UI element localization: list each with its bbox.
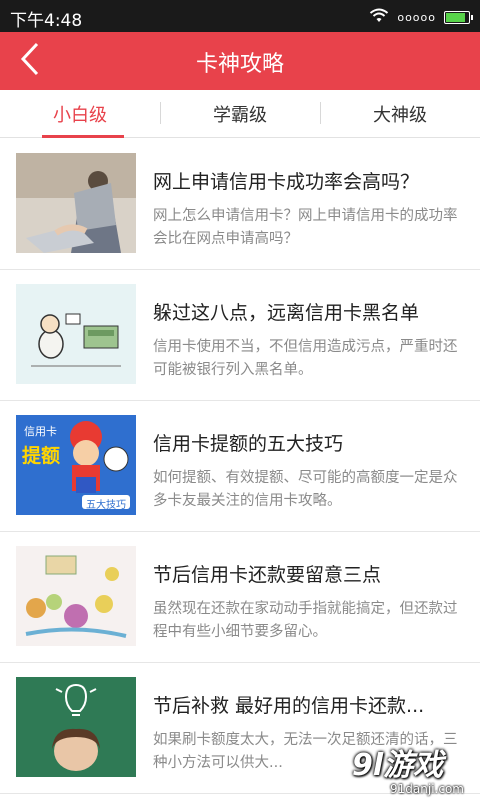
article-title: 节后信用卡还款要留意三点	[153, 564, 382, 586]
tab-label: 大神级	[373, 104, 427, 126]
status-indicators: ooooo	[369, 7, 473, 27]
tab-label: 学霸级	[213, 104, 267, 126]
watermark: 9l游戏 91danji.com	[352, 740, 470, 796]
list-item[interactable]: 信用卡 提额 五大技巧 信用卡提额的五大技巧 如何提额、有效提额、尽可能的高额度…	[0, 401, 480, 532]
tab-xueba[interactable]: 学霸级	[160, 90, 320, 137]
battery-level	[446, 12, 466, 22]
thumb-caption-bottom: 五大技巧	[86, 500, 126, 511]
coins-doodle-thumbnail	[16, 546, 136, 646]
article-summary: 如何提额、有效提额、尽可能的高额度一定是众多卡友最关注的信用卡攻略。	[153, 470, 458, 509]
article-title: 节后补救 最好用的信用卡还款...	[153, 695, 425, 717]
article-title: 信用卡提额的五大技巧	[153, 433, 344, 455]
article-title: 网上申请信用卡成功率会高吗？	[153, 171, 420, 193]
battery-icon	[444, 10, 473, 24]
thumb-caption-top: 信用卡	[24, 425, 57, 438]
mario-card-thumbnail: 信用卡 提额 五大技巧	[16, 415, 136, 515]
list-item[interactable]: 节后信用卡还款要留意三点 虽然现在还款在家动动手指就能搞定，但还款过程中有些小细…	[0, 532, 480, 663]
watermark-url: 91danji.com	[390, 782, 464, 796]
tab-label: 小白级	[53, 104, 107, 126]
tab-bar: 小白级 学霸级 大神级	[0, 90, 480, 138]
signal-dots: ooooo	[397, 10, 436, 24]
article-list: 网上申请信用卡成功率会高吗？ 网上怎么申请信用卡？网上申请信用卡的成功率会比在网…	[0, 139, 480, 794]
lightbulb-idea-thumbnail	[16, 677, 136, 777]
watermark-logo: 9l游戏	[352, 748, 444, 783]
tab-xiaobai[interactable]: 小白级	[0, 90, 160, 138]
status-time: 下午4:48	[10, 11, 83, 31]
list-item[interactable]: 躲过这八点，远离信用卡黑名单 信用卡使用不当，不但信用造成污点，严重时还可能被银…	[0, 270, 480, 401]
list-item[interactable]: 网上申请信用卡成功率会高吗？ 网上怎么申请信用卡？网上申请信用卡的成功率会比在网…	[0, 139, 480, 270]
cartoon-credit-thumbnail	[16, 284, 136, 384]
status-bar: 下午4:48 ooooo	[0, 0, 480, 32]
page-title: 卡神攻略	[195, 52, 284, 77]
tab-dashen[interactable]: 大神级	[320, 90, 480, 137]
article-summary: 网上怎么申请信用卡？网上申请信用卡的成功率会比在网点申请高吗？	[153, 208, 458, 247]
article-summary: 信用卡使用不当，不但信用造成污点，严重时还可能被银行列入黑名单。	[153, 339, 458, 378]
article-title: 躲过这八点，远离信用卡黑名单	[153, 302, 420, 324]
article-summary: 虽然现在还款在家动动手指就能搞定，但还款过程中有些小细节要多留心。	[153, 601, 458, 640]
wifi-icon	[369, 7, 389, 27]
laptop-typing-thumbnail	[16, 153, 136, 253]
title-bar: 卡神攻略	[0, 32, 480, 90]
thumb-caption-main: 提额	[22, 445, 61, 467]
